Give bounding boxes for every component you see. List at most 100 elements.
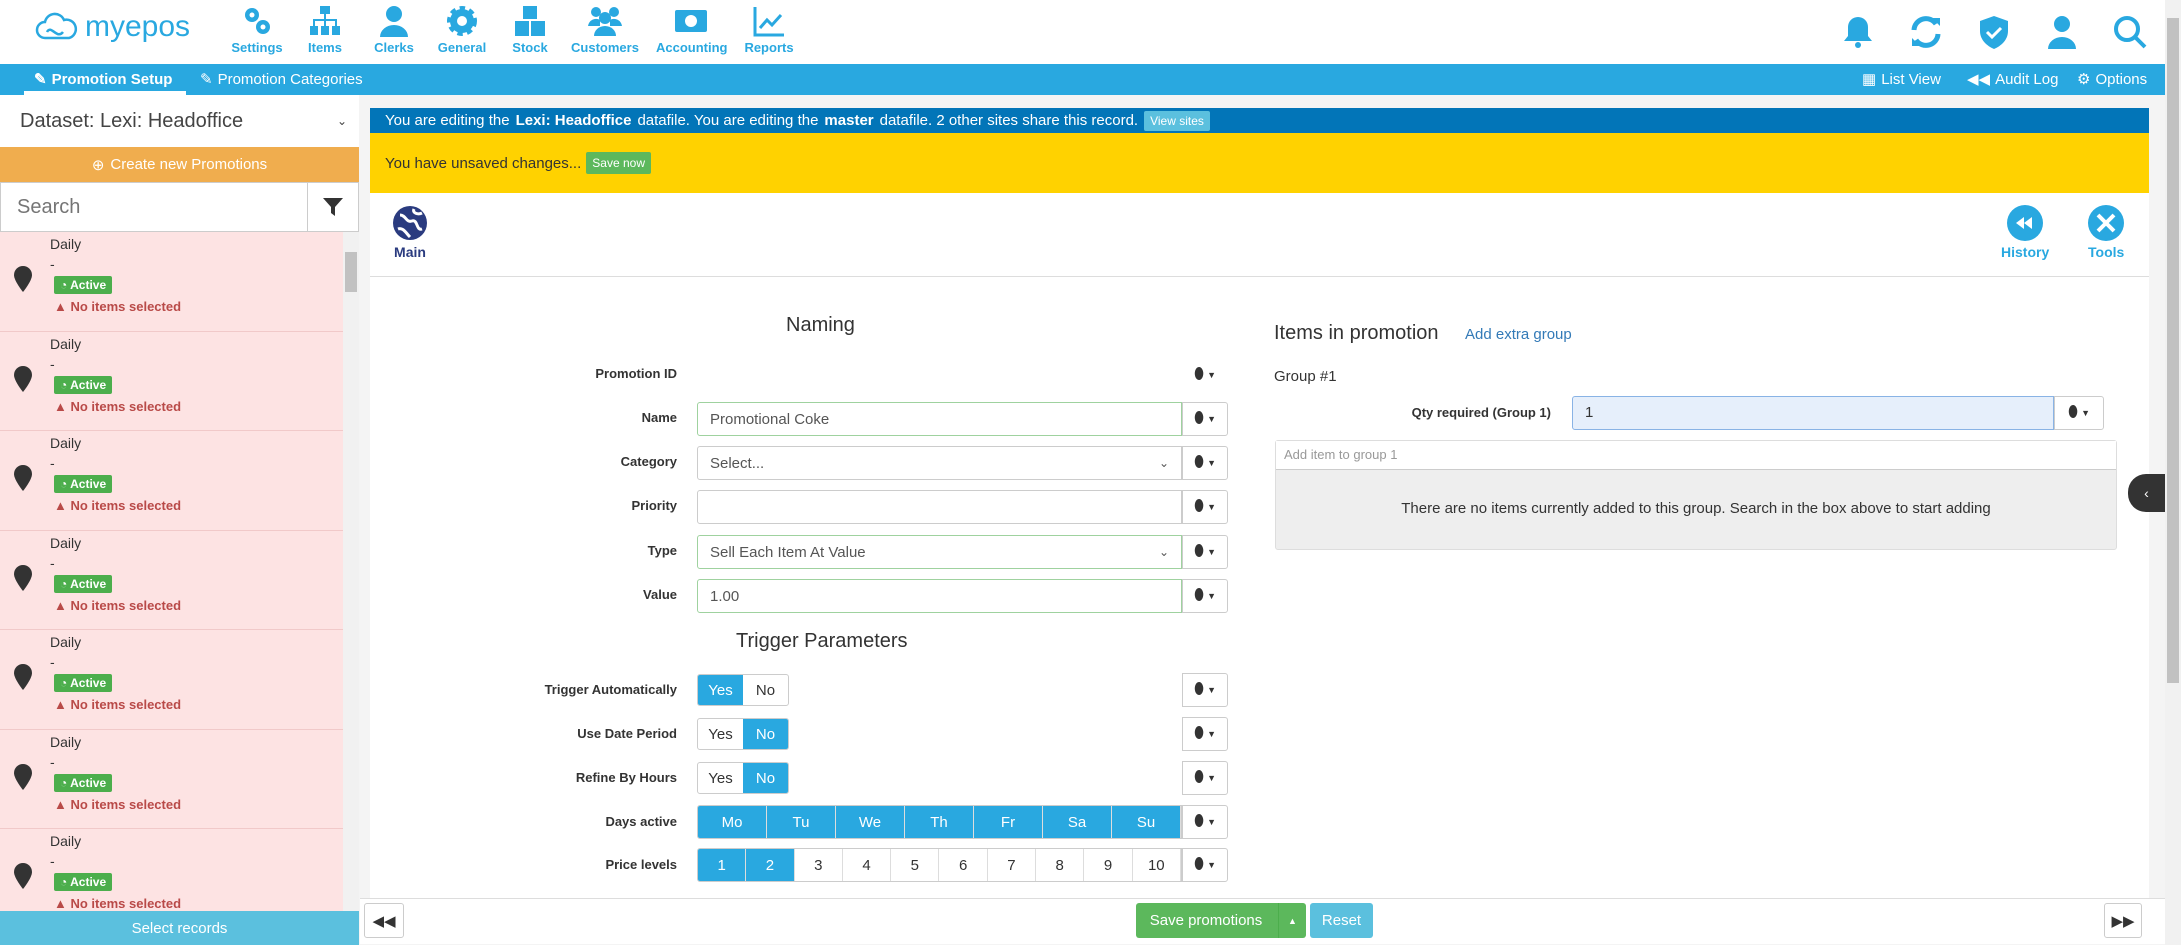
- promotion-list-item[interactable]: Daily - ◔ Active ▲ No items selected: [0, 630, 343, 730]
- no-option[interactable]: No: [743, 763, 788, 793]
- day-mo[interactable]: Mo: [698, 806, 767, 838]
- create-promotion-button[interactable]: ⊕ Create new Promotions: [0, 147, 359, 182]
- shield-check-icon[interactable]: [1976, 14, 2012, 50]
- nav-general[interactable]: General: [427, 4, 497, 55]
- day-su[interactable]: Su: [1112, 806, 1181, 838]
- collapse-panel-button[interactable]: ‹: [2128, 474, 2165, 512]
- promotion-list-item[interactable]: Daily - ◔ Active ▲ No items selected: [0, 431, 343, 531]
- yes-option[interactable]: Yes: [698, 719, 743, 749]
- type-select[interactable]: Sell Each Item At Value ⌄: [697, 535, 1182, 569]
- promotion-list-item[interactable]: Daily - ◔ Active ▲ No items selected: [0, 232, 343, 332]
- map-marker-icon: ⬮: [1194, 681, 1205, 698]
- field-options-button[interactable]: ⬮ ▼: [1182, 535, 1228, 569]
- tab-main[interactable]: Main: [392, 205, 428, 260]
- promotion-list-item[interactable]: Daily - ◔ Active ▲ No items selected: [0, 332, 343, 431]
- field-options-button[interactable]: ⬮ ▼: [1182, 673, 1228, 707]
- tab-promotion-setup[interactable]: ✎ Promotion Setup: [34, 70, 172, 89]
- gear-icon: ⚙: [2077, 71, 2091, 88]
- warning-label: No items selected: [70, 796, 182, 812]
- save-now-button[interactable]: Save now: [586, 152, 651, 174]
- category-select[interactable]: Select... ⌄: [697, 446, 1182, 480]
- list-view-button[interactable]: ▦ List View: [1862, 70, 1941, 89]
- day-we[interactable]: We: [836, 806, 905, 838]
- price-level-9[interactable]: 9: [1084, 849, 1133, 881]
- price-level-3[interactable]: 3: [795, 849, 843, 881]
- tab-promotion-categories[interactable]: ✎ Promotion Categories: [200, 70, 363, 89]
- page-scrollbar[interactable]: [2165, 0, 2181, 945]
- price-level-2[interactable]: 2: [746, 849, 795, 881]
- audit-log-button[interactable]: ◀◀ Audit Log: [1967, 70, 2058, 89]
- backward-icon: ◀◀: [1967, 71, 1991, 88]
- bell-icon[interactable]: [1840, 14, 1876, 50]
- nav-items[interactable]: Items: [290, 4, 360, 55]
- nav-settings[interactable]: Settings: [222, 4, 292, 55]
- trigger-auto-toggle: Yes No: [697, 674, 789, 706]
- first-record-button[interactable]: ◀◀: [364, 903, 404, 938]
- nav-clerks[interactable]: Clerks: [359, 4, 429, 55]
- nav-stock[interactable]: Stock: [495, 4, 565, 55]
- boxes-icon: [515, 6, 545, 36]
- price-level-7[interactable]: 7: [988, 849, 1037, 881]
- field-options-button[interactable]: ⬮ ▼: [1182, 805, 1228, 839]
- last-record-button[interactable]: ▶▶: [2104, 903, 2142, 938]
- item-description: -: [50, 355, 55, 372]
- caret-up-icon[interactable]: ▲: [1278, 903, 1306, 938]
- nav-accounting[interactable]: Accounting: [656, 4, 728, 55]
- day-th[interactable]: Th: [905, 806, 974, 838]
- search-icon[interactable]: [2112, 14, 2148, 50]
- priority-input[interactable]: [697, 490, 1182, 524]
- sync-icon[interactable]: [1908, 14, 1944, 50]
- day-tu[interactable]: Tu: [767, 806, 836, 838]
- field-options-button[interactable]: ⬮ ▼: [1182, 579, 1228, 613]
- field-options-button[interactable]: ⬮ ▼: [1182, 358, 1228, 392]
- price-level-1[interactable]: 1: [698, 849, 747, 881]
- nav-customers[interactable]: Customers: [570, 4, 640, 55]
- field-options-button[interactable]: ⬮ ▼: [1182, 490, 1228, 524]
- options-button[interactable]: ⚙ Options: [2077, 70, 2147, 89]
- price-level-8[interactable]: 8: [1036, 849, 1085, 881]
- promotion-list-item[interactable]: Daily - ◔ Active ▲ No items selected: [0, 531, 343, 630]
- search-input[interactable]: [1, 183, 308, 231]
- price-level-6[interactable]: 6: [939, 849, 988, 881]
- sidebar: Dataset: Lexi: Headoffice ⌄ ⊕ Create new P…: [0, 95, 359, 945]
- no-option[interactable]: No: [743, 675, 788, 705]
- tab-tools[interactable]: Tools: [2088, 205, 2124, 260]
- field-options-button[interactable]: ⬮ ▼: [1182, 761, 1228, 795]
- sidebar-scrollbar[interactable]: [343, 232, 359, 911]
- day-fr[interactable]: Fr: [974, 806, 1043, 838]
- add-item-input[interactable]: Add item to group 1: [1276, 441, 2116, 470]
- no-option[interactable]: No: [743, 719, 788, 749]
- qty-required-input[interactable]: 1: [1572, 396, 2054, 430]
- save-promotions-button[interactable]: Save promotions ▲: [1136, 903, 1306, 938]
- yes-option[interactable]: Yes: [698, 675, 743, 705]
- map-marker-icon: ⬮: [1194, 543, 1205, 560]
- yes-option[interactable]: Yes: [698, 763, 743, 793]
- reset-button[interactable]: Reset: [1310, 903, 1373, 938]
- status-text: Active: [70, 377, 107, 392]
- field-options-button[interactable]: ⬮ ▼: [2054, 396, 2104, 430]
- field-options-button[interactable]: ⬮ ▼: [1182, 446, 1228, 480]
- price-level-4[interactable]: 4: [843, 849, 892, 881]
- field-options-button[interactable]: ⬮ ▼: [1182, 848, 1228, 882]
- promotion-list-item[interactable]: Daily - ◔ Active ▲ No items selected: [0, 730, 343, 829]
- filter-button[interactable]: [308, 183, 358, 231]
- tab-history[interactable]: History: [2001, 205, 2049, 260]
- name-input[interactable]: Promotional Coke: [697, 402, 1182, 436]
- field-options-button[interactable]: ⬮ ▼: [1182, 402, 1228, 436]
- account-icon[interactable]: [2044, 14, 2080, 50]
- promotion-list-item[interactable]: Daily - ◔ Active ▲ No items selected: [0, 829, 343, 911]
- select-records-button[interactable]: Select records: [0, 911, 359, 945]
- field-options-button[interactable]: ⬮ ▼: [1182, 717, 1228, 751]
- view-sites-button[interactable]: View sites: [1144, 110, 1210, 131]
- value-input[interactable]: 1.00: [697, 579, 1182, 613]
- logo[interactable]: myepos: [35, 10, 190, 44]
- warning-text: ▲ No items selected: [54, 896, 181, 911]
- clock-icon: ◔: [60, 875, 71, 889]
- price-level-5[interactable]: 5: [891, 849, 940, 881]
- day-sa[interactable]: Sa: [1043, 806, 1112, 838]
- dataset-select[interactable]: Dataset: Lexi: Headoffice ⌄: [0, 95, 359, 147]
- price-level-10[interactable]: 10: [1133, 849, 1181, 881]
- add-extra-group-link[interactable]: Add extra group: [1465, 326, 1572, 343]
- nav-reports[interactable]: Reports: [734, 4, 804, 55]
- pencil-icon: ✎: [200, 71, 213, 88]
